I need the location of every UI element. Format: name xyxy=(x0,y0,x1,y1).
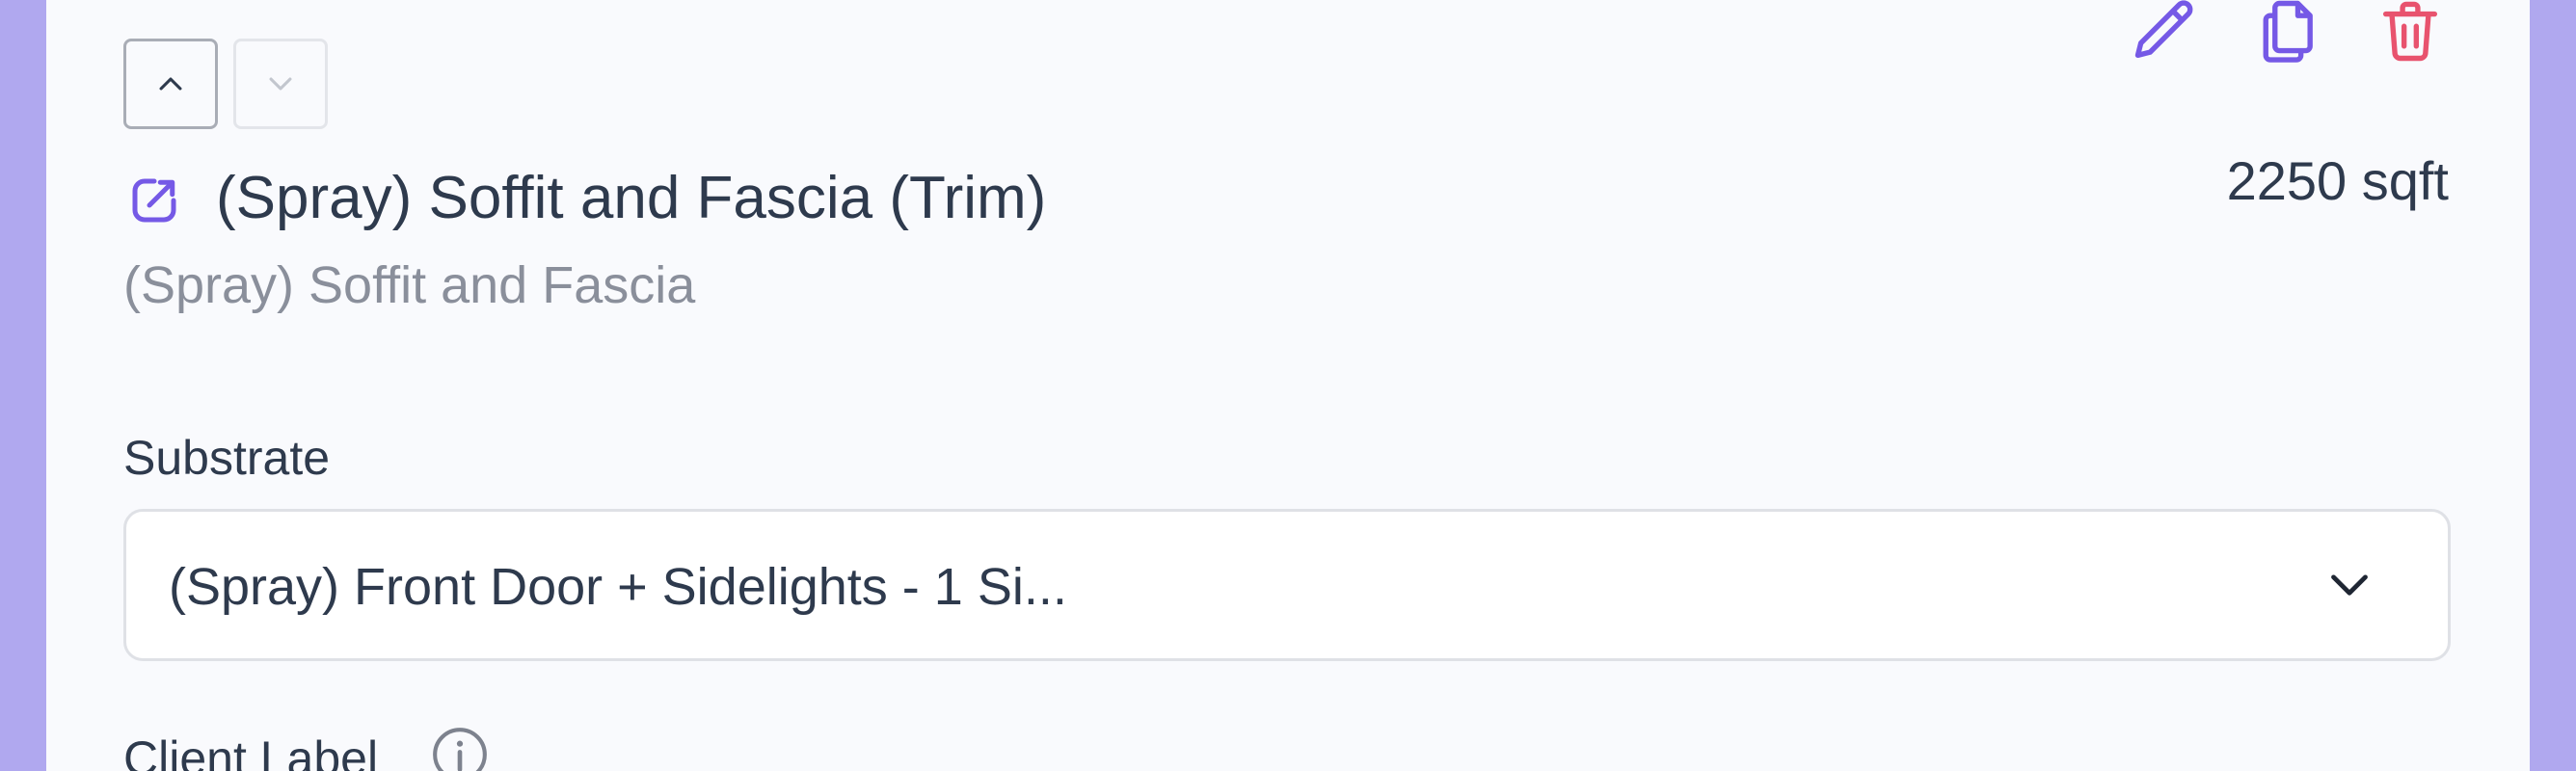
line-item-card: (Spray) Soffit and Fascia (Trim) (Spray)… xyxy=(46,0,2530,771)
substrate-select[interactable]: (Spray) Front Door + Sidelights - 1 Si..… xyxy=(123,509,2451,661)
external-link-icon xyxy=(132,178,176,223)
edit-button[interactable] xyxy=(2129,0,2202,67)
chevron-down-icon xyxy=(269,77,292,91)
move-up-button[interactable] xyxy=(123,39,218,129)
trash-icon xyxy=(2382,1,2438,62)
item-area: 2250 sqft xyxy=(2226,150,2449,211)
substrate-label: Substrate xyxy=(123,431,331,485)
pencil-icon xyxy=(2134,0,2193,59)
item-subtitle: (Spray) Soffit and Fascia xyxy=(123,256,696,314)
delete-button[interactable] xyxy=(2374,0,2447,67)
open-link-icon[interactable] xyxy=(125,172,183,229)
copy-button[interactable] xyxy=(2252,0,2325,67)
substrate-selected-value: (Spray) Front Door + Sidelights - 1 Si..… xyxy=(169,558,1067,616)
info-icon[interactable] xyxy=(430,725,490,771)
copy-icon xyxy=(2263,0,2313,63)
item-title: (Spray) Soffit and Fascia (Trim) xyxy=(216,165,1047,231)
client-label-label: Client Label xyxy=(123,731,379,771)
chevron-down-icon xyxy=(2328,570,2371,602)
chevron-up-icon xyxy=(159,77,182,91)
move-down-button[interactable] xyxy=(233,39,328,129)
